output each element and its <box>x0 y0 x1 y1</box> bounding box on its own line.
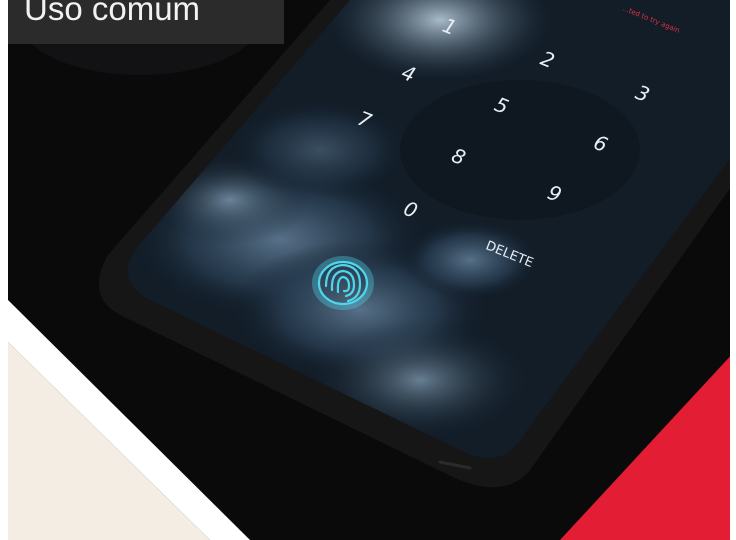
slide-title: Uso comum <box>8 0 284 44</box>
phone-photo: ...ted to try again 1 2 3 4 5 6 7 8 9 0 … <box>0 0 736 540</box>
left-margin <box>0 0 8 540</box>
right-margin <box>730 0 736 540</box>
slide: ...ted to try again 1 2 3 4 5 6 7 8 9 0 … <box>0 0 736 540</box>
slide-title-text: Uso comum <box>24 0 201 27</box>
